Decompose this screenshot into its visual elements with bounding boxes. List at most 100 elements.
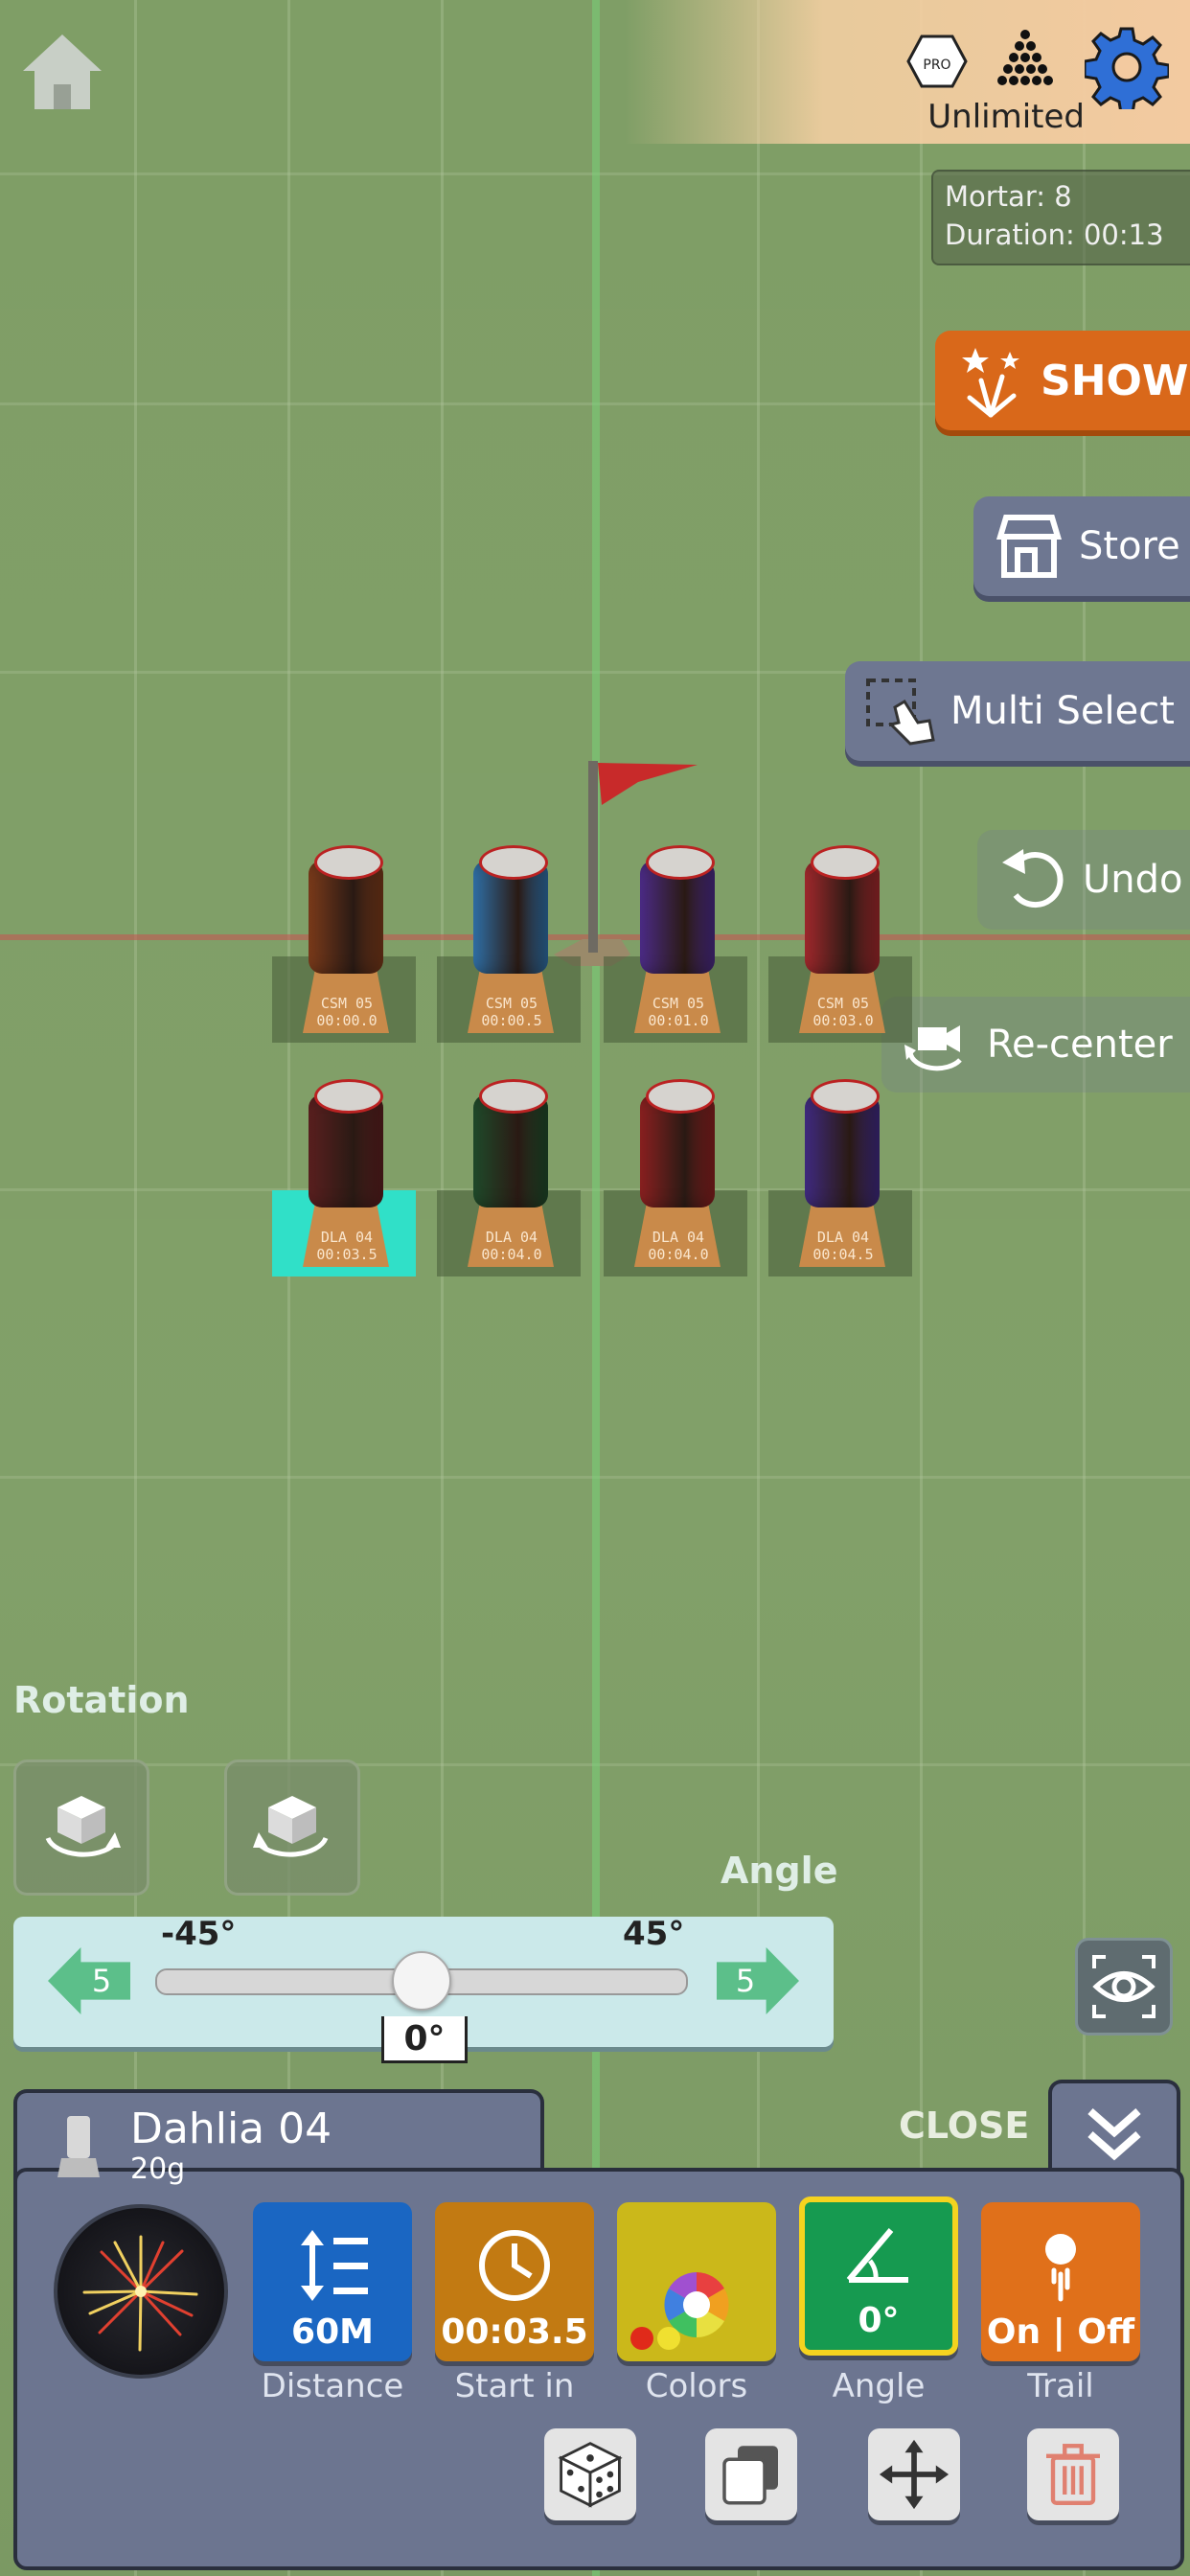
trail-icon bbox=[1045, 2234, 1076, 2302]
trail-value: On | Off bbox=[986, 2312, 1135, 2352]
home-icon[interactable] bbox=[19, 29, 105, 115]
angle-slider-panel: 5 5 -45° 45° 0° bbox=[13, 1915, 834, 2063]
angle-min-label: -45° bbox=[161, 1915, 237, 1953]
rotate-right-icon bbox=[253, 1796, 329, 1857]
undo-button[interactable]: Undo bbox=[977, 830, 1190, 930]
mortar-item[interactable]: CSM 05 00:03.0 bbox=[768, 845, 912, 1043]
trash-icon bbox=[1046, 2444, 1100, 2505]
duplicate-icon bbox=[722, 2446, 778, 2505]
mortar-item[interactable]: CSM 05 00:01.0 bbox=[604, 845, 747, 1043]
mortar-cap bbox=[314, 1079, 383, 1114]
undo-icon bbox=[1002, 849, 1064, 908]
view-toggle-button[interactable] bbox=[1075, 1938, 1173, 2036]
settings-gear-icon[interactable] bbox=[1085, 25, 1169, 109]
move-arrows-icon bbox=[879, 2439, 950, 2510]
delete-button[interactable] bbox=[1027, 2428, 1119, 2520]
angle-value-label: 0° bbox=[381, 2016, 468, 2063]
trail-button[interactable]: On | Off bbox=[981, 2202, 1140, 2361]
angle-max-label: 45° bbox=[623, 1915, 685, 1953]
recenter-label: Re-center bbox=[987, 1023, 1173, 1067]
angle-decrease-button[interactable]: 5 bbox=[48, 1947, 130, 2014]
rotate-right-button[interactable] bbox=[224, 1760, 360, 1896]
colors-button[interactable] bbox=[617, 2202, 776, 2361]
mortar-item[interactable]: CSM 05 00:00.5 bbox=[437, 845, 581, 1043]
angle-label: Angle bbox=[832, 2367, 926, 2405]
mortar-code: CSM 05 bbox=[652, 995, 705, 1012]
multi-select-icon bbox=[866, 678, 935, 746]
angle-step-left: 5 bbox=[91, 1963, 112, 1999]
recenter-button[interactable]: Re-center bbox=[881, 997, 1190, 1092]
undo-label: Undo bbox=[1083, 858, 1183, 902]
angle-title: Angle bbox=[721, 1850, 838, 1892]
mortar-cap bbox=[646, 845, 715, 880]
mortar-item[interactable]: CSM 05 00:00.0 bbox=[272, 845, 416, 1043]
selected-colors-dots bbox=[630, 2327, 680, 2350]
duplicate-button[interactable] bbox=[705, 2428, 797, 2520]
plan-status-label: Unlimited bbox=[927, 98, 1085, 136]
mortar-time: 00:03.5 bbox=[316, 1246, 378, 1263]
mortar-cap bbox=[479, 1079, 548, 1114]
distance-value: 60M bbox=[291, 2312, 374, 2352]
chevron-double-down-icon bbox=[1087, 2107, 1141, 2161]
distance-label: Distance bbox=[261, 2367, 404, 2405]
multi-select-button[interactable]: Multi Select bbox=[845, 661, 1190, 761]
mortar-code: CSM 05 bbox=[485, 995, 538, 1012]
mortar-item[interactable]: DLA 04 00:04.0 bbox=[604, 1079, 747, 1276]
mortar-label: CSM 05 00:03.0 bbox=[795, 995, 891, 1029]
distance-icon bbox=[301, 2230, 368, 2301]
close-label[interactable]: CLOSE bbox=[899, 2104, 1029, 2147]
rotate-left-icon bbox=[45, 1796, 121, 1857]
show-button[interactable]: SHOW bbox=[935, 331, 1190, 430]
store-icon bbox=[995, 515, 1063, 578]
mortar-stack-icon[interactable] bbox=[995, 27, 1056, 88]
mortar-label: CSM 05 00:01.0 bbox=[630, 995, 726, 1029]
mortar-cap bbox=[646, 1079, 715, 1114]
item-weight: 20g bbox=[130, 2152, 186, 2186]
angle-increase-button[interactable]: 5 bbox=[717, 1947, 799, 2014]
trail-label: Trail bbox=[1027, 2367, 1094, 2405]
show-label: SHOW bbox=[1041, 356, 1189, 405]
fireworks-icon bbox=[962, 348, 1019, 418]
collapse-button[interactable] bbox=[1048, 2080, 1180, 2179]
mortar-label: DLA 04 00:03.5 bbox=[299, 1229, 395, 1263]
firework-preview[interactable] bbox=[54, 2204, 228, 2379]
mortar-code: DLA 04 bbox=[485, 1229, 538, 1246]
mortar-cap bbox=[479, 845, 548, 880]
mortar-label: DLA 04 00:04.0 bbox=[464, 1229, 560, 1263]
mortar-code: DLA 04 bbox=[816, 1229, 870, 1246]
clock-icon bbox=[479, 2230, 550, 2301]
angle-button[interactable]: 0° bbox=[799, 2196, 958, 2356]
pro-badge-icon[interactable]: PRO bbox=[906, 34, 968, 88]
rotate-left-button[interactable] bbox=[13, 1760, 149, 1896]
mortar-code: CSM 05 bbox=[320, 995, 374, 1012]
mortar-cap bbox=[811, 845, 880, 880]
mortar-item[interactable]: DLA 04 00:04.0 bbox=[437, 1079, 581, 1276]
duration-text: Duration: 00:13 bbox=[945, 218, 1164, 251]
distance-button[interactable]: 60M bbox=[253, 2202, 412, 2361]
store-button[interactable]: Store bbox=[973, 496, 1190, 596]
color-dot bbox=[657, 2327, 680, 2350]
mortar-code: DLA 04 bbox=[320, 1229, 374, 1246]
store-label: Store bbox=[1079, 524, 1180, 568]
color-dot bbox=[630, 2327, 653, 2350]
mortar-item[interactable]: DLA 04 00:04.5 bbox=[768, 1079, 912, 1276]
angle-step-right: 5 bbox=[735, 1963, 756, 1999]
mortar-count-text: Mortar: 8 bbox=[945, 180, 1072, 213]
start-in-button[interactable]: 00:03.5 bbox=[435, 2202, 594, 2361]
svg-text:PRO: PRO bbox=[923, 58, 950, 73]
mortar-time: 00:01.0 bbox=[648, 1012, 709, 1029]
mortar-time: 00:00.5 bbox=[481, 1012, 542, 1029]
multi-select-label: Multi Select bbox=[950, 689, 1175, 733]
mortar-label: CSM 05 00:00.0 bbox=[299, 995, 395, 1029]
randomize-button[interactable] bbox=[544, 2428, 636, 2520]
angle-icon bbox=[846, 2228, 908, 2283]
item-name: Dahlia 04 bbox=[130, 2104, 332, 2153]
angle-value: 0° bbox=[858, 2301, 900, 2340]
mortar-time: 00:04.5 bbox=[812, 1246, 874, 1263]
dice-icon bbox=[558, 2442, 623, 2508]
angle-slider-handle[interactable] bbox=[392, 1951, 451, 2011]
mortar-item[interactable]: DLA 04 00:03.5 bbox=[272, 1079, 416, 1276]
move-button[interactable] bbox=[868, 2428, 960, 2520]
mortar-time: 00:03.0 bbox=[812, 1012, 874, 1029]
start-in-value: 00:03.5 bbox=[441, 2312, 588, 2352]
